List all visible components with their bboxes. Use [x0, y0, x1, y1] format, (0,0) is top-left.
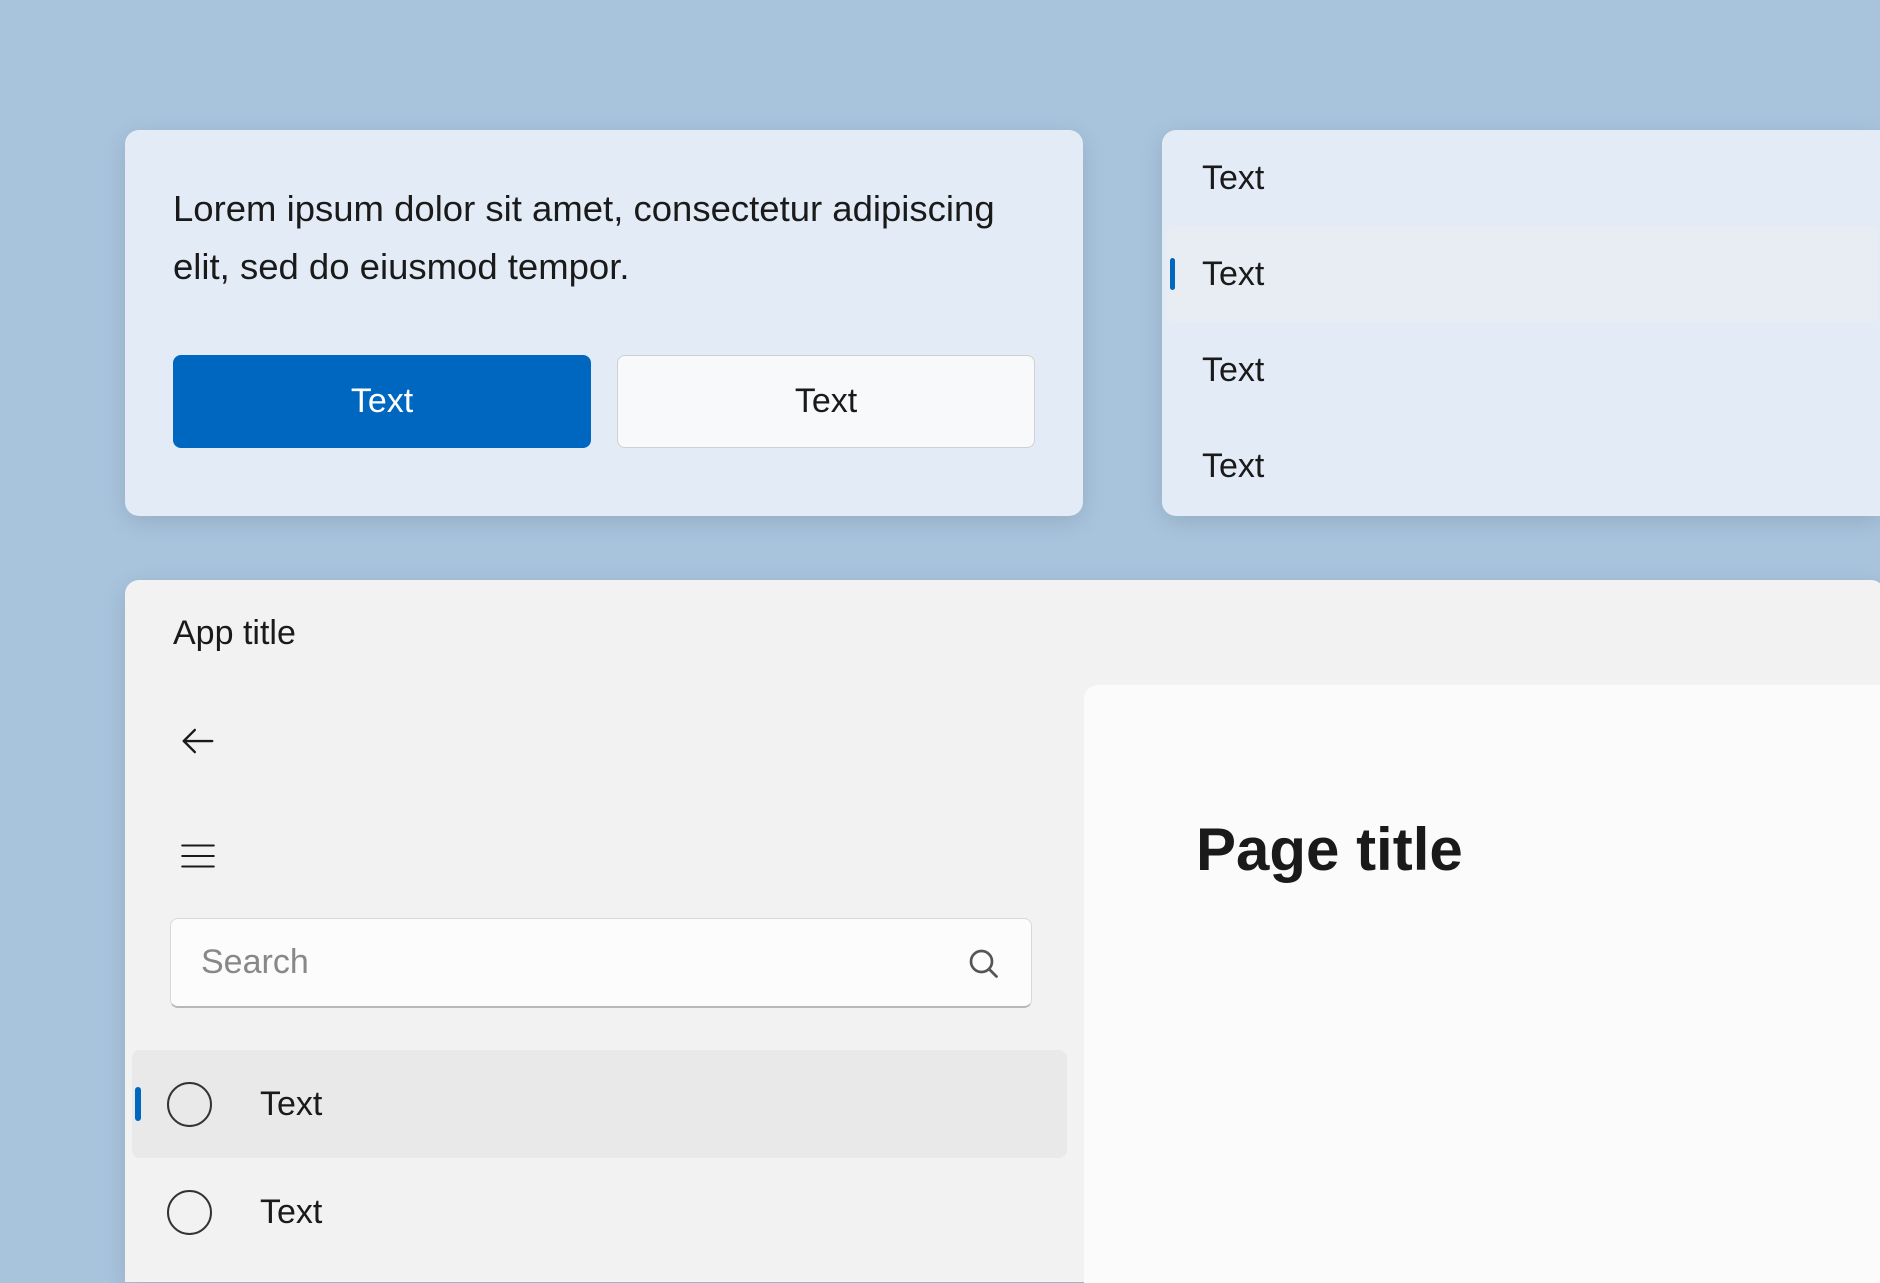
arrow-left-icon — [179, 722, 217, 760]
back-button[interactable] — [170, 713, 225, 768]
list-item[interactable]: Text — [1166, 226, 1878, 322]
nav-item[interactable]: Text — [132, 1050, 1067, 1158]
search-box[interactable] — [170, 918, 1032, 1008]
app-window: App title Text Text Page title — [125, 580, 1880, 1282]
page-title: Page title — [1196, 815, 1880, 884]
nav-item[interactable]: Text — [132, 1158, 1067, 1266]
hamburger-icon — [177, 835, 219, 877]
dialog-secondary-button[interactable]: Text — [617, 355, 1035, 448]
dialog-button-row: Text Text — [173, 355, 1035, 448]
circle-icon — [167, 1190, 212, 1235]
dialog-card: Lorem ipsum dolor sit amet, consectetur … — [125, 130, 1083, 516]
search-icon — [965, 945, 1001, 981]
dialog-primary-button[interactable]: Text — [173, 355, 591, 448]
nav-item-label: Text — [260, 1193, 322, 1232]
circle-icon — [167, 1082, 212, 1127]
list-item[interactable]: Text — [1162, 322, 1880, 418]
content-area: Page title — [1084, 685, 1880, 1283]
list-item-label: Text — [1202, 159, 1264, 198]
list-item-label: Text — [1202, 255, 1264, 294]
list-item[interactable]: Text — [1162, 130, 1880, 226]
dialog-body-text: Lorem ipsum dolor sit amet, consectetur … — [173, 180, 1035, 297]
menu-button[interactable] — [170, 828, 225, 883]
nav-item-label: Text — [260, 1085, 322, 1124]
list-item-label: Text — [1202, 351, 1264, 390]
search-input[interactable] — [201, 943, 965, 982]
list-panel: Text Text Text Text — [1162, 130, 1880, 516]
list-item-label: Text — [1202, 447, 1264, 486]
list-item[interactable]: Text — [1162, 418, 1880, 514]
nav-list: Text Text — [132, 1050, 1067, 1266]
app-title: App title — [125, 580, 1880, 653]
